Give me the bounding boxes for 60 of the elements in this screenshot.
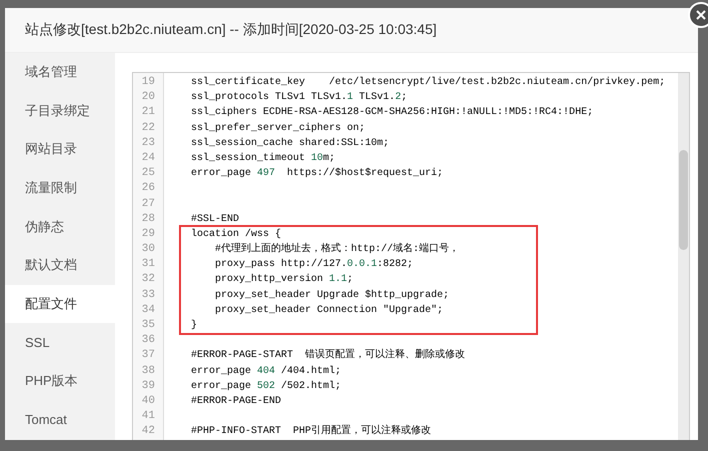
line-number: 41 bbox=[140, 409, 156, 424]
code-line: ssl_prefer_server_ciphers on; bbox=[191, 122, 366, 136]
code-line: proxy_pass http://127.0.0.1:8282; bbox=[214, 258, 414, 272]
sidebar-item[interactable]: SSL bbox=[5, 323, 115, 362]
line-number: 25 bbox=[140, 166, 156, 182]
code-line: ssl_session_cache shared:SSL:10m; bbox=[191, 136, 390, 151]
code-line: proxy_set_header Upgrade $http_upgrade; bbox=[214, 288, 450, 303]
scrollbar[interactable] bbox=[678, 73, 689, 440]
sidebar-item[interactable]: 配置文件 bbox=[5, 284, 115, 324]
code-line: proxy_http_version 1.1; bbox=[214, 272, 354, 288]
code-line: location /wss { bbox=[191, 228, 282, 242]
line-number: 39 bbox=[140, 378, 156, 394]
code-editor[interactable] bbox=[132, 72, 690, 440]
scrollbar-thumb[interactable] bbox=[679, 150, 688, 250]
code-line: } bbox=[191, 318, 198, 333]
code-line: ssl_certificate_key /etc/letsencrypt/live/test.b2b2c.niuteam.cn/privkey.pem; bbox=[191, 76, 666, 90]
sidebar-item[interactable]: 默认文档 bbox=[5, 246, 115, 285]
code-line: #ERROR-PAGE-END bbox=[191, 394, 282, 409]
code-line: #PHP-INFO-START PHP引用配置，可以注释或修改 bbox=[191, 424, 432, 440]
line-number: 21 bbox=[140, 105, 156, 120]
sidebar-item[interactable]: PHP版本 bbox=[5, 362, 115, 400]
line-number: 19 bbox=[140, 75, 156, 90]
code-line: proxy_set_header Connection "Upgrade"; bbox=[214, 304, 444, 318]
sidebar-item[interactable]: 流量限制 bbox=[5, 168, 115, 208]
sidebar-item[interactable]: 域名管理 bbox=[5, 53, 115, 92]
line-number: 29 bbox=[140, 226, 156, 242]
line-number: 31 bbox=[140, 257, 156, 272]
line-number: 35 bbox=[140, 318, 156, 333]
code-line: error_page 404 /404.html; bbox=[191, 364, 342, 379]
close-icon bbox=[695, 9, 707, 21]
line-number: 37 bbox=[140, 348, 156, 364]
sidebar-item[interactable]: 网站目录 bbox=[5, 130, 115, 169]
line-number: 24 bbox=[140, 150, 156, 166]
code-line: #SSL-END bbox=[191, 212, 240, 227]
line-number: 20 bbox=[140, 90, 156, 106]
line-number: 34 bbox=[140, 302, 156, 318]
dialog-title: 站点修改[test.b2b2c.niuteam.cn] -- 添加时间[2020-03-25 10:03:45] bbox=[5, 8, 698, 53]
sidebar-item[interactable]: 伪静态 bbox=[5, 207, 115, 246]
line-number: 33 bbox=[140, 288, 156, 303]
close-button[interactable] bbox=[688, 2, 708, 28]
line-number: 40 bbox=[140, 394, 156, 409]
sidebar-item[interactable]: 子目录绑定 bbox=[5, 92, 115, 130]
line-number: 42 bbox=[140, 424, 156, 440]
line-number: 26 bbox=[140, 181, 156, 196]
code-line: error_page 497 https://$host$request_uri; bbox=[191, 166, 444, 182]
sidebar-item[interactable]: Tomcat bbox=[5, 400, 115, 439]
code-line: ssl_session_timeout 10m; bbox=[191, 152, 336, 166]
code-line: ssl_protocols TLSv1 TLSv1.1 TLSv1.2; bbox=[191, 90, 408, 106]
line-number: 30 bbox=[140, 242, 156, 258]
line-number: 22 bbox=[140, 120, 156, 136]
code-line: error_page 502 /502.html; bbox=[191, 380, 342, 394]
code-line: ssl_ciphers ECDHE-RSA-AES128-GCM-SHA256:HIGH:!aNULL:!MD5:!RC4:!DHE; bbox=[191, 106, 594, 120]
line-number: 27 bbox=[140, 196, 156, 212]
code-line: #ERROR-PAGE-START 错误页配置，可以注释、删除或修改 bbox=[191, 348, 466, 364]
line-number: 23 bbox=[140, 136, 156, 151]
line-number: 38 bbox=[140, 364, 156, 379]
code-line: #代理到上面的地址去，格式：http://域名:端口号， bbox=[214, 242, 460, 258]
line-number: 32 bbox=[140, 272, 156, 288]
line-number: 28 bbox=[140, 212, 156, 227]
line-number: 36 bbox=[140, 333, 156, 348]
